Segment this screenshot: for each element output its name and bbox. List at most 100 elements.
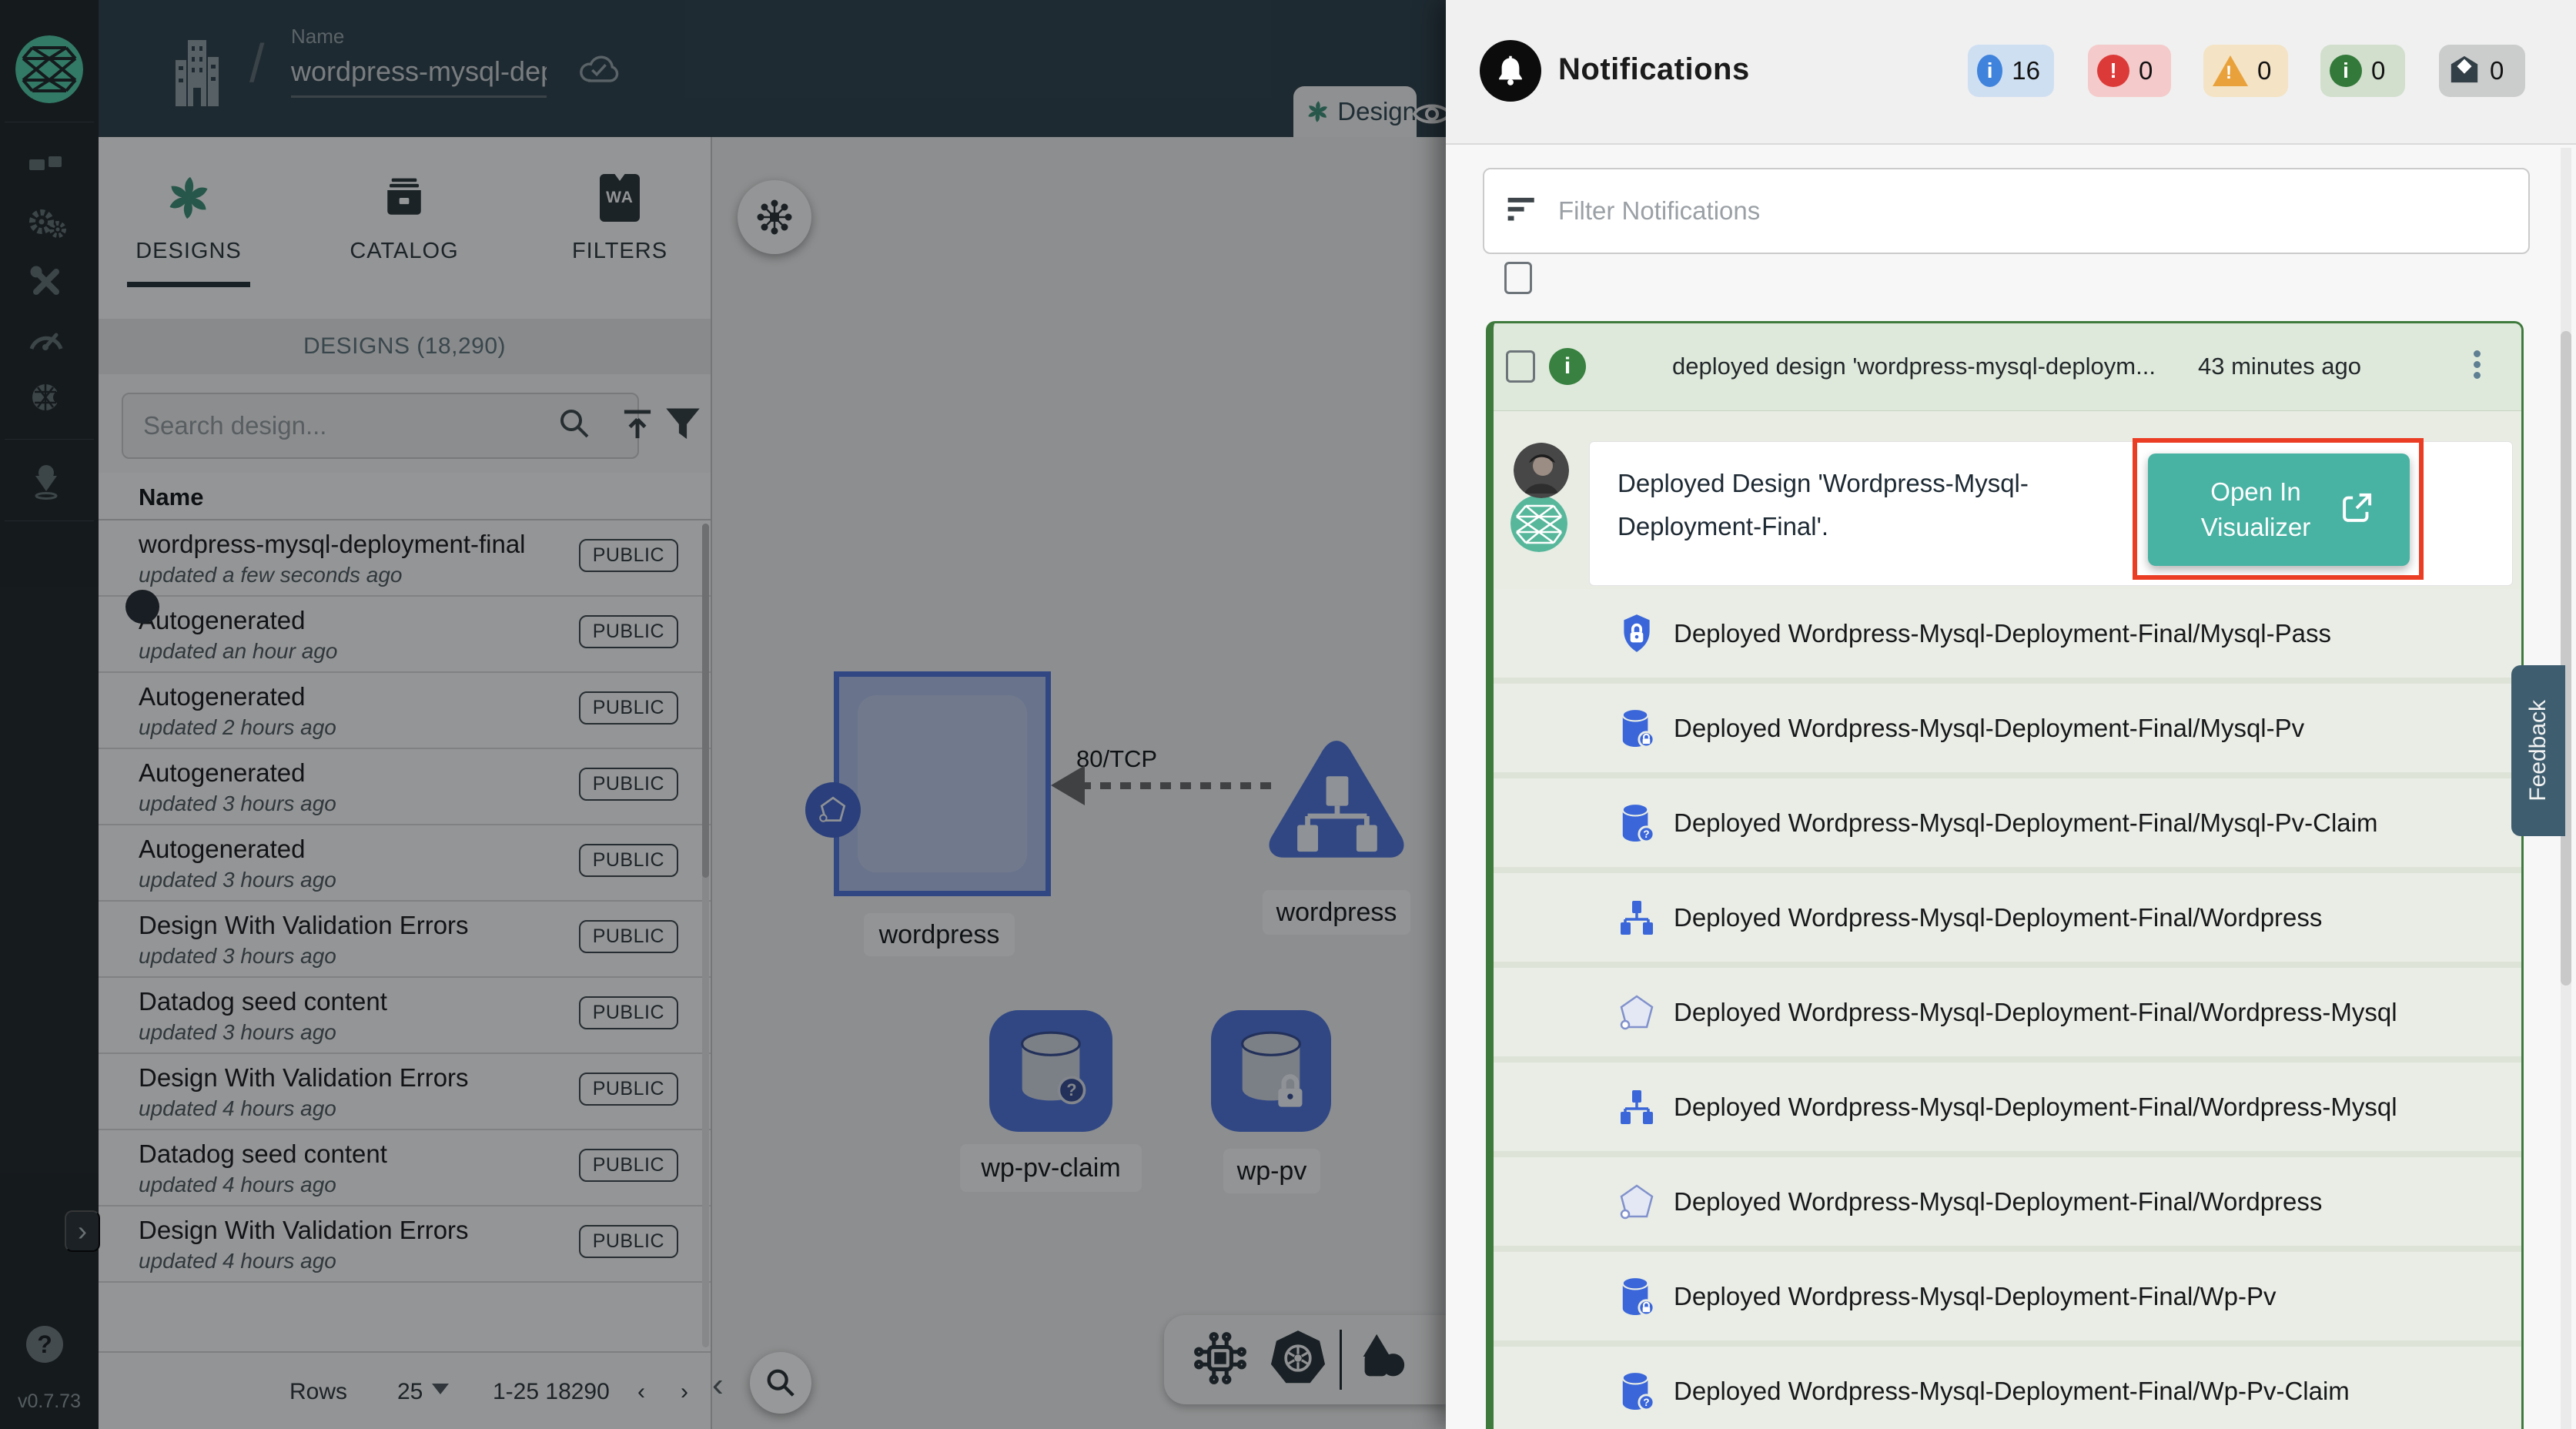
notification-event-row[interactable]: Deployed Wordpress-Mysql-Deployment-Fina… <box>1494 1252 2521 1347</box>
dock-shapes-icon[interactable] <box>1354 1331 1408 1389</box>
node-wp-pv-claim[interactable]: ? <box>989 1010 1112 1132</box>
filter-notifications-input[interactable] <box>1483 168 2530 254</box>
notification-checkbox[interactable] <box>1506 350 1535 383</box>
nav-lifecycle-icon[interactable] <box>25 202 68 245</box>
notification-menu-kebab-icon[interactable] <box>2469 346 2484 383</box>
badge-read[interactable]: 0 <box>2439 45 2525 97</box>
upload-design-icon[interactable] <box>621 408 654 446</box>
badge-error[interactable]: ! 0 <box>2088 45 2171 97</box>
node-wordpress-service[interactable] <box>1263 731 1410 869</box>
notification-event-label: Deployed Wordpress-Mysql-Deployment-Fina… <box>1674 1093 2397 1122</box>
notification-event-label: Deployed Wordpress-Mysql-Deployment-Fina… <box>1674 714 2304 743</box>
nav-performance-icon[interactable] <box>25 317 68 360</box>
catalog-archive-icon <box>327 168 481 228</box>
notification-event-row[interactable]: Deployed Wordpress-Mysql-Deployment-Fina… <box>1494 589 2521 684</box>
meshery-logo-icon[interactable] <box>15 35 83 103</box>
design-title: wordpress-mysql-deployment-final <box>139 530 526 559</box>
organization-icon[interactable] <box>174 38 220 110</box>
nav-environment-pin-icon[interactable] <box>25 460 68 504</box>
cluster-actions-button[interactable] <box>738 180 811 254</box>
expand-sidebar-button[interactable] <box>65 1210 100 1252</box>
nav-extensions-icon[interactable] <box>25 376 68 419</box>
error-icon: ! <box>2097 55 2129 87</box>
notification-event-label: Deployed Wordpress-Mysql-Deployment-Fina… <box>1674 1377 2350 1406</box>
sync-status-cloud-icon <box>574 48 622 93</box>
notification-event-row[interactable]: Deployed Wordpress-Mysql-Deployment-Fina… <box>1494 684 2521 778</box>
design-list-row[interactable]: Datadog seed contentupdated 4 hours agoP… <box>99 1130 711 1206</box>
design-name-input[interactable] <box>291 55 547 98</box>
notification-event-row[interactable]: Deployed Wordpress-Mysql-Deployment-Fina… <box>1494 1157 2521 1252</box>
notification-event-row[interactable]: Deployed Wordpress-Mysql-Deployment-Fina… <box>1494 1063 2521 1157</box>
node-wp-pv[interactable] <box>1211 1010 1331 1132</box>
open-in-visualizer-button[interactable]: Open In Visualizer <box>2148 453 2410 566</box>
tab-catalog[interactable]: CATALOG <box>327 168 481 264</box>
select-all-checkbox[interactable] <box>1504 262 1532 294</box>
badge-warning[interactable]: 0 <box>2203 45 2288 97</box>
design-updated: updated 4 hours ago <box>139 1249 336 1273</box>
dock-kubernetes-icon[interactable] <box>1269 1329 1327 1391</box>
tab-designs[interactable]: DESIGNS <box>112 168 266 264</box>
designs-drawer: DESIGNS CATALOG WA FILTERS DESIGNS (18,2… <box>99 137 712 1429</box>
filter-funnel-icon[interactable] <box>665 407 701 446</box>
design-updated: updated 4 hours ago <box>139 1173 336 1197</box>
pv-node-label[interactable]: wp-pv <box>1223 1149 1320 1193</box>
design-list-row[interactable]: Datadog seed contentupdated 3 hours agoP… <box>99 978 711 1054</box>
dock-components-chip-icon[interactable] <box>1192 1330 1249 1391</box>
notification-center-panel: Notifications i 16 ! 0 0 i 0 <box>1446 0 2576 1429</box>
deployment-node-label[interactable]: wordpress <box>864 913 1015 956</box>
feedback-tab[interactable]: Feedback <box>2511 665 2565 836</box>
design-updated: updated 3 hours ago <box>139 1020 336 1045</box>
design-list-row[interactable]: Design With Validation Errorsupdated 3 h… <box>99 902 711 978</box>
design-updated: updated an hour ago <box>139 639 337 664</box>
nav-dashboard-icon[interactable] <box>25 143 68 186</box>
design-list-row[interactable]: Autogeneratedupdated an hour agoPUBLIC <box>99 597 711 673</box>
design-title: Autogenerated <box>139 835 306 864</box>
tab-design-mode[interactable]: Design <box>1293 86 1417 137</box>
service-icon <box>1615 899 1658 936</box>
nav-configuration-icon[interactable] <box>25 260 68 303</box>
scrollbar-thumb[interactable] <box>2561 331 2571 986</box>
design-list-row[interactable]: Autogeneratedupdated 2 hours agoPUBLIC <box>99 673 711 749</box>
notification-events-list: Deployed Wordpress-Mysql-Deployment-Fina… <box>1494 589 2521 1429</box>
design-list-row[interactable]: wordpress-mysql-deployment-finalupdated … <box>99 520 711 597</box>
help-button[interactable] <box>26 1326 63 1363</box>
notification-event-label: Deployed Wordpress-Mysql-Deployment-Fina… <box>1674 1282 2276 1311</box>
designs-spiral-icon <box>112 168 266 228</box>
node-wordpress-deployment[interactable] <box>834 671 1051 896</box>
design-canvas[interactable]: 80/TCP wordpress wordpress ? <box>712 137 1446 1429</box>
notification-event-row[interactable]: ?Deployed Wordpress-Mysql-Deployment-Fin… <box>1494 778 2521 873</box>
notification-event-row[interactable]: Deployed Wordpress-Mysql-Deployment-Fina… <box>1494 968 2521 1063</box>
tab-designs-label: DESIGNS <box>112 239 266 264</box>
rows-per-page-select[interactable]: 25 <box>397 1379 449 1405</box>
service-node-label[interactable]: wordpress <box>1263 890 1410 935</box>
design-list-row[interactable]: Autogeneratedupdated 3 hours agoPUBLIC <box>99 825 711 902</box>
design-list-row[interactable]: Design With Validation Errorsupdated 4 h… <box>99 1054 711 1130</box>
badge-informational[interactable]: i 16 <box>1968 45 2054 97</box>
design-list-row[interactable]: Autogeneratedupdated 3 hours agoPUBLIC <box>99 749 711 825</box>
collapse-drawer-handle[interactable] <box>712 1366 724 1404</box>
top-header-bar: Name Design <box>99 0 1446 137</box>
notification-summary-row[interactable]: i deployed design 'wordpress-mysql-deplo… <box>1494 323 2521 411</box>
next-page-button[interactable] <box>681 1379 688 1405</box>
notification-event-label: Deployed Wordpress-Mysql-Deployment-Fina… <box>1674 808 2377 838</box>
pvc-node-label[interactable]: wp-pv-claim <box>960 1144 1142 1192</box>
previous-page-button[interactable] <box>637 1379 645 1405</box>
deployment-pod-badge-icon[interactable] <box>805 782 861 838</box>
notification-event-row[interactable]: ?Deployed Wordpress-Mysql-Deployment-Fin… <box>1494 1347 2521 1429</box>
design-name-label: Name <box>291 25 344 49</box>
envelope-read-icon <box>2448 53 2481 89</box>
zoom-button[interactable] <box>750 1352 811 1414</box>
breadcrumb-separator <box>249 32 264 94</box>
canvas-dock <box>1164 1315 1446 1404</box>
design-title: Autogenerated <box>139 606 306 635</box>
designs-scrollbar[interactable] <box>702 524 709 1347</box>
design-title: Datadog seed content <box>139 987 387 1016</box>
tab-filters[interactable]: WA FILTERS <box>543 168 697 264</box>
notification-event-row[interactable]: Deployed Wordpress-Mysql-Deployment-Fina… <box>1494 873 2521 968</box>
design-list-row[interactable]: Design With Validation Errorsupdated 4 h… <box>99 1206 711 1283</box>
secret-icon <box>1615 613 1658 654</box>
search-icon[interactable] <box>557 407 591 444</box>
feedback-label: Feedback <box>2525 700 2551 802</box>
meshery-bot-avatar <box>1510 495 1567 552</box>
badge-success[interactable]: i 0 <box>2320 45 2405 97</box>
